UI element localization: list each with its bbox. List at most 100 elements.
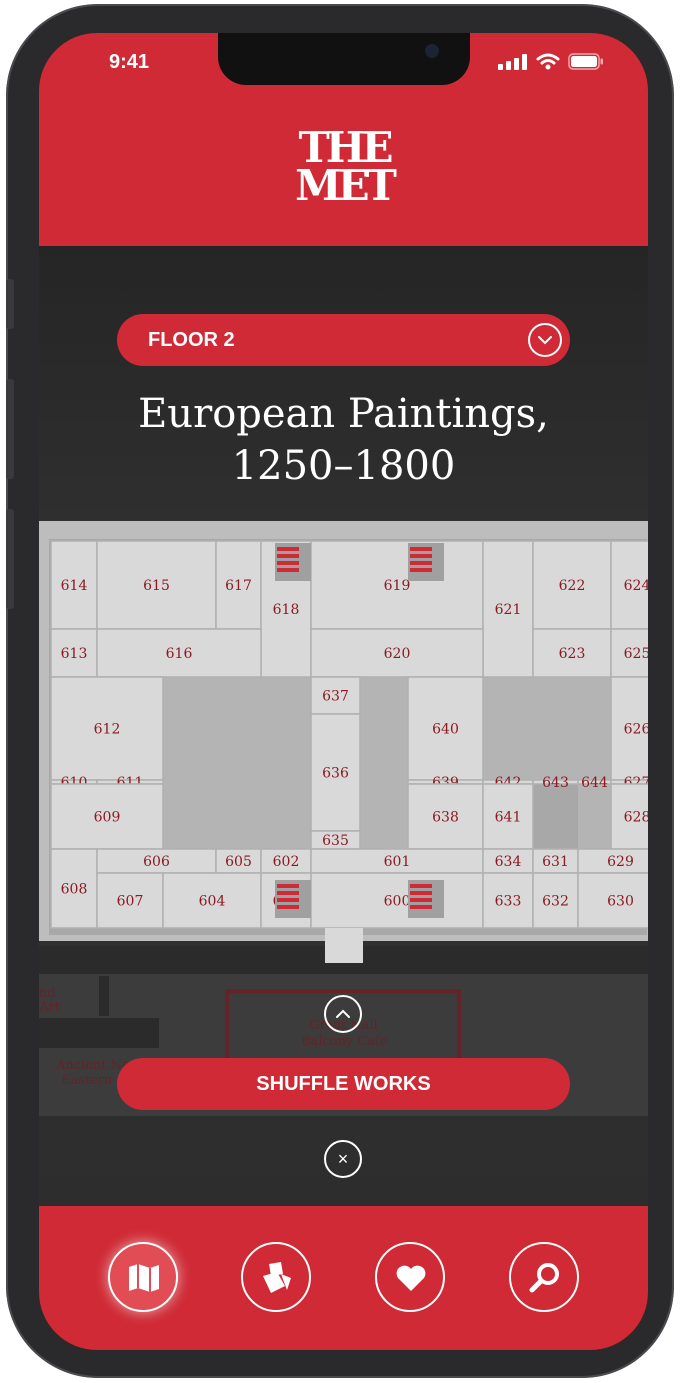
map-room-619[interactable]: 619 [310, 540, 484, 630]
stairs-icon [277, 568, 299, 572]
room-number: 633 [495, 894, 522, 910]
map-icon [129, 1264, 159, 1292]
map-room-629[interactable]: 629 [577, 848, 648, 874]
stairs-icon [410, 884, 432, 888]
stairs-icon [410, 568, 432, 572]
map-room-626[interactable]: 626 [610, 676, 648, 781]
logo-line-2: MET [295, 161, 397, 210]
shuffle-works-button[interactable]: SHUFFLE WORKS [117, 1058, 570, 1110]
map-room-628[interactable]: 628 [610, 783, 648, 850]
map-nav-button[interactable] [108, 1242, 178, 1312]
map-room-608[interactable]: 608 [50, 848, 98, 929]
room-number: 634 [495, 854, 522, 870]
map-room-633[interactable]: 633 [482, 872, 534, 929]
stairs-icon [277, 898, 299, 902]
map-room-638[interactable]: 638 [407, 783, 484, 850]
map-room-613[interactable]: 613 [50, 628, 98, 678]
map-room-606[interactable]: 606 [96, 848, 217, 874]
room-number: 608 [61, 882, 88, 898]
map-room-605[interactable]: 605 [215, 848, 262, 874]
camera [425, 44, 439, 58]
bottom-nav [39, 1206, 648, 1350]
stairs-icon [410, 547, 432, 551]
map-room-601[interactable]: 601 [310, 848, 484, 874]
met-logo: THE MET [289, 127, 399, 210]
artworks-icon [263, 1262, 291, 1293]
map-room-635[interactable]: 635 [310, 830, 361, 850]
map-room-602[interactable]: 602 [260, 848, 312, 874]
map-label-eastern: Eastern [61, 1073, 113, 1088]
stairs-icon [277, 905, 299, 909]
room-number: 605 [225, 854, 252, 870]
map-room-615[interactable]: 615 [96, 540, 217, 630]
map-room-600[interactable]: 600 [310, 872, 484, 929]
side-button [6, 279, 14, 329]
map-room-617[interactable]: 617 [215, 540, 262, 630]
room-number: 609 [94, 810, 121, 826]
room-number: 636 [322, 766, 349, 782]
room-number: 601 [384, 854, 411, 870]
room-number: 622 [559, 578, 586, 594]
room-number: 637 [322, 689, 349, 705]
map-room-609[interactable]: 609 [50, 783, 164, 850]
room-number: 635 [322, 833, 349, 849]
map-room-624[interactable]: 624 [610, 540, 648, 630]
room-number: 625 [624, 646, 648, 662]
room-number: 600 [384, 894, 411, 910]
gallery-title-line-2: 1250–1800 [231, 443, 456, 489]
map-room-604[interactable]: 604 [162, 872, 262, 929]
map-room-622[interactable]: 622 [532, 540, 612, 630]
room-number: 614 [61, 578, 88, 594]
favorites-nav-button[interactable] [375, 1242, 445, 1312]
floor-selector[interactable]: FLOOR 2 [117, 314, 570, 366]
map-room-640[interactable]: 640 [407, 676, 484, 781]
room-number: 628 [624, 810, 648, 826]
map-room-616[interactable]: 616 [96, 628, 262, 678]
floor-label: FLOOR 2 [148, 329, 235, 351]
map-room-637[interactable]: 637 [310, 676, 361, 715]
search-nav-button[interactable] [509, 1242, 579, 1312]
chevron-down-icon[interactable] [528, 323, 562, 357]
room-number: 606 [143, 854, 170, 870]
map-room-607[interactable]: 607 [96, 872, 164, 929]
map-room-612[interactable]: 612 [50, 676, 164, 781]
room-number: 607 [117, 894, 144, 910]
chevron-up-icon[interactable] [324, 995, 362, 1033]
stairs-icon [277, 891, 299, 895]
room-number: 623 [559, 646, 586, 662]
map-room-625[interactable]: 625 [610, 628, 648, 678]
map-room-630[interactable]: 630 [577, 872, 648, 929]
gallery-title-line-1: European Paintings, [138, 391, 549, 437]
map-room-631[interactable]: 631 [532, 848, 579, 874]
map-room-623[interactable]: 623 [532, 628, 612, 678]
map-room-614[interactable]: 614 [50, 540, 98, 630]
volume-up-button [6, 379, 14, 479]
artworks-nav-button[interactable] [241, 1242, 311, 1312]
stairs-icon [277, 884, 299, 888]
room-number: 615 [143, 578, 170, 594]
map-label-balcony-cafe: Balcony Cafe [301, 1034, 388, 1049]
floor-map[interactable]: Great Hall Balcony Cafe Ancient Near Eas… [39, 521, 648, 1116]
room-number: 631 [542, 854, 569, 870]
room-number: 640 [432, 722, 459, 738]
stairs-icon [277, 561, 299, 565]
courtyard [360, 677, 408, 849]
map-room-644[interactable]: 644 [577, 775, 612, 791]
courtyard [578, 784, 611, 849]
signal-icon [498, 54, 527, 70]
room-number: 641 [495, 810, 522, 826]
map-label-art: Art [39, 1000, 60, 1015]
map-room-621[interactable]: 621 [482, 540, 534, 678]
stairs-icon [410, 898, 432, 902]
map-rooms: 614 615 617 618 619 621 622 624 613 616 620 623 625 6… [49, 539, 648, 963]
stairs-icon [410, 561, 432, 565]
map-room-641[interactable]: 641 [482, 783, 534, 850]
gallery-title: European Paintings, 1250–1800 [39, 388, 648, 492]
room-number: 643 [542, 775, 569, 791]
room-number: 612 [94, 722, 121, 738]
map-room-620[interactable]: 620 [310, 628, 484, 678]
map-room-632[interactable]: 632 [532, 872, 579, 929]
map-room-634[interactable]: 634 [482, 848, 534, 874]
map-room-636[interactable]: 636 [310, 713, 361, 832]
close-icon[interactable]: × [324, 1140, 362, 1178]
